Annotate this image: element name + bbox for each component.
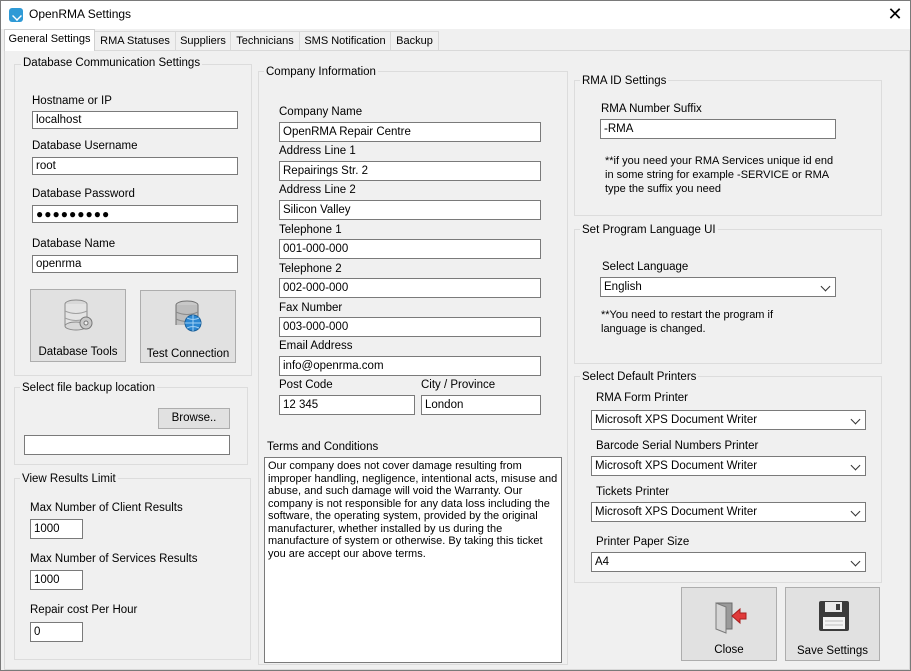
post-code-label: Post Code	[279, 379, 333, 391]
chevron-down-icon	[820, 281, 831, 292]
close-button[interactable]: Close	[681, 587, 777, 661]
settings-window: OpenRMA Settings ✕ General Settings RMA …	[0, 0, 911, 671]
database-tools-label: Database Tools	[38, 346, 118, 358]
database-group-label: Database Communication Settings	[21, 57, 203, 69]
dbname-label: Database Name	[32, 238, 116, 250]
chevron-down-icon	[850, 414, 861, 425]
title-bar: OpenRMA Settings ✕	[1, 1, 910, 29]
address-line-2-input[interactable]: Silicon Valley	[279, 200, 541, 220]
repair-cost-label: Repair cost Per Hour	[30, 604, 138, 616]
post-code-input[interactable]: 12 345	[279, 395, 415, 415]
telephone-1-input[interactable]: 001-000-000	[279, 239, 541, 259]
max-client-results-label: Max Number of Client Results	[30, 502, 183, 514]
company-information-group: Company Information Company Name OpenRMA…	[258, 66, 568, 665]
username-input[interactable]: root	[32, 157, 238, 175]
telephone-1-label: Telephone 1	[279, 224, 342, 236]
test-connection-button[interactable]: Test Connection	[140, 290, 236, 363]
company-name-label: Company Name	[279, 106, 363, 118]
email-address-input[interactable]: info@openrma.com	[279, 356, 541, 376]
view-results-limit-group: View Results Limit Max Number of Client …	[14, 473, 251, 660]
rma-suffix-input[interactable]: -RMA	[600, 119, 836, 139]
tickets-printer-value: Microsoft XPS Document Writer	[595, 506, 758, 518]
terms-label: Terms and Conditions	[267, 441, 379, 453]
paper-size-value: A4	[595, 556, 610, 568]
rma-id-settings-group: RMA ID Settings RMA Number Suffix -RMA *…	[574, 75, 882, 216]
terms-textarea[interactable]: Our company does not cover damage result…	[264, 457, 562, 663]
barcode-printer-select[interactable]: Microsoft XPS Document Writer	[591, 456, 866, 476]
city-province-input[interactable]: London	[421, 395, 541, 415]
window-title: OpenRMA Settings	[29, 7, 132, 21]
tab-rma-statuses[interactable]: RMA Statuses	[94, 31, 176, 50]
fax-number-input[interactable]: 003-000-000	[279, 317, 541, 337]
username-label: Database Username	[32, 140, 138, 152]
tab-sms-notification[interactable]: SMS Notification	[299, 31, 391, 50]
chevron-down-icon	[850, 556, 861, 567]
exit-door-icon	[715, 602, 747, 634]
test-connection-label: Test Connection	[146, 348, 230, 360]
tab-general-settings[interactable]: General Settings	[4, 29, 95, 51]
chevron-down-icon	[850, 506, 861, 517]
rma-form-printer-label: RMA Form Printer	[596, 392, 689, 404]
hostname-label: Hostname or IP	[32, 95, 112, 107]
rma-suffix-label: RMA Number Suffix	[601, 103, 702, 115]
max-client-results-input[interactable]: 1000	[30, 519, 83, 539]
default-printers-group: Select Default Printers RMA Form Printer…	[574, 371, 882, 583]
database-tools-button[interactable]: Database Tools	[30, 289, 126, 362]
backup-location-group: Select file backup location Browse..	[14, 382, 248, 465]
language-note: **You need to restart the program if lan…	[601, 309, 774, 335]
telephone-2-input[interactable]: 002-000-000	[279, 278, 541, 298]
save-settings-button[interactable]: Save Settings	[785, 587, 880, 661]
tab-backup[interactable]: Backup	[390, 31, 439, 50]
floppy-disk-icon	[819, 601, 849, 631]
address-line-1-input[interactable]: Repairings Str. 2	[279, 161, 541, 181]
address-line-2-label: Address Line 2	[279, 184, 356, 196]
backup-group-label: Select file backup location	[20, 382, 157, 394]
tab-suppliers[interactable]: Suppliers	[175, 31, 231, 50]
hostname-input[interactable]: localhost	[32, 111, 238, 129]
repair-cost-input[interactable]: 0	[30, 622, 83, 642]
program-language-group: Set Program Language UI Select Language …	[574, 224, 882, 364]
printers-group-label: Select Default Printers	[580, 371, 699, 383]
save-settings-label: Save Settings	[797, 645, 868, 657]
fax-number-label: Fax Number	[279, 302, 343, 314]
password-label: Database Password	[32, 188, 135, 200]
email-address-label: Email Address	[279, 340, 353, 352]
language-selected-value: English	[604, 281, 642, 293]
company-group-label: Company Information	[264, 66, 378, 78]
rma-form-printer-select[interactable]: Microsoft XPS Document Writer	[591, 410, 866, 430]
tickets-printer-select[interactable]: Microsoft XPS Document Writer	[591, 502, 866, 522]
password-input[interactable]: ●●●●●●●●●	[32, 205, 238, 223]
close-label: Close	[714, 644, 744, 656]
dbname-input[interactable]: openrma	[32, 255, 238, 273]
paper-size-label: Printer Paper Size	[596, 536, 690, 548]
window-close-icon[interactable]: ✕	[879, 3, 911, 27]
rma-form-printer-value: Microsoft XPS Document Writer	[595, 414, 758, 426]
max-services-results-label: Max Number of Services Results	[30, 553, 198, 565]
chevron-down-icon	[850, 460, 861, 471]
tickets-printer-label: Tickets Printer	[596, 486, 670, 498]
tab-technicians[interactable]: Technicians	[230, 31, 300, 50]
rma-id-group-label: RMA ID Settings	[580, 75, 669, 87]
general-settings-panel: Database Communication Settings Hostname…	[4, 50, 910, 670]
language-select[interactable]: English	[600, 277, 836, 297]
database-tools-icon	[64, 299, 93, 331]
database-globe-icon	[175, 300, 202, 332]
barcode-printer-label: Barcode Serial Numbers Printer	[596, 440, 759, 452]
paper-size-select[interactable]: A4	[591, 552, 866, 572]
company-name-input[interactable]: OpenRMA Repair Centre	[279, 122, 541, 142]
barcode-printer-value: Microsoft XPS Document Writer	[595, 460, 758, 472]
city-province-label: City / Province	[421, 379, 496, 391]
telephone-2-label: Telephone 2	[279, 263, 342, 275]
browse-button[interactable]: Browse..	[158, 408, 230, 429]
select-language-label: Select Language	[602, 261, 689, 273]
address-line-1-label: Address Line 1	[279, 145, 356, 157]
app-icon	[9, 8, 23, 22]
rma-suffix-note: **if you need your RMA Services unique i…	[605, 155, 834, 195]
max-services-results-input[interactable]: 1000	[30, 570, 83, 590]
backup-path-input[interactable]	[24, 435, 230, 455]
results-group-label: View Results Limit	[20, 473, 118, 485]
database-settings-group: Database Communication Settings Hostname…	[14, 57, 252, 376]
language-group-label: Set Program Language UI	[580, 224, 718, 236]
